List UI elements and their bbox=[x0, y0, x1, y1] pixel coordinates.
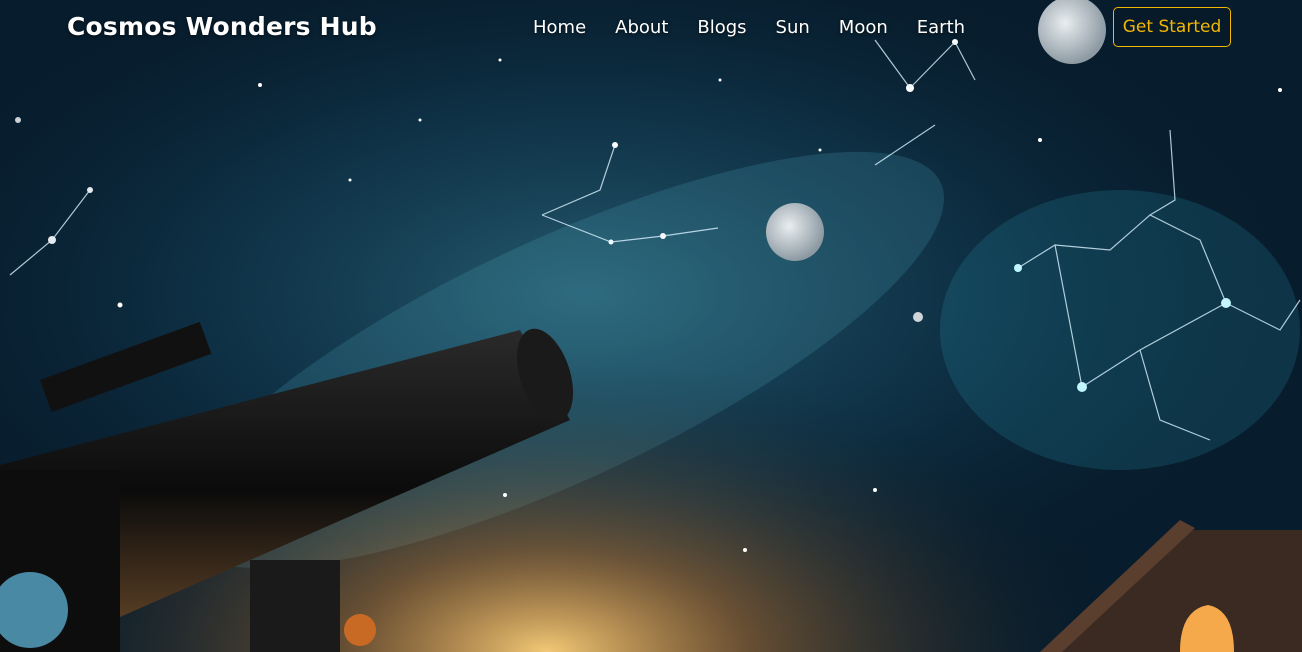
nav-link-blogs[interactable]: Blogs bbox=[697, 17, 746, 38]
top-navbar: Cosmos Wonders Hub Home About Blogs Sun … bbox=[0, 0, 1302, 62]
get-started-button[interactable]: Get Started bbox=[1113, 7, 1231, 47]
site-logo-title[interactable]: Cosmos Wonders Hub bbox=[67, 12, 377, 41]
hero-section: Cosmos Wonders Hub Home About Blogs Sun … bbox=[0, 0, 1302, 652]
nav-link-sun[interactable]: Sun bbox=[776, 17, 810, 38]
nav-link-moon[interactable]: Moon bbox=[839, 17, 888, 38]
nav-link-about[interactable]: About bbox=[615, 17, 668, 38]
nav-link-home[interactable]: Home bbox=[533, 17, 586, 38]
nav-link-earth[interactable]: Earth bbox=[917, 17, 965, 38]
main-menu: Home About Blogs Sun Moon Earth bbox=[533, 17, 994, 38]
hero-background-image bbox=[0, 0, 1302, 652]
